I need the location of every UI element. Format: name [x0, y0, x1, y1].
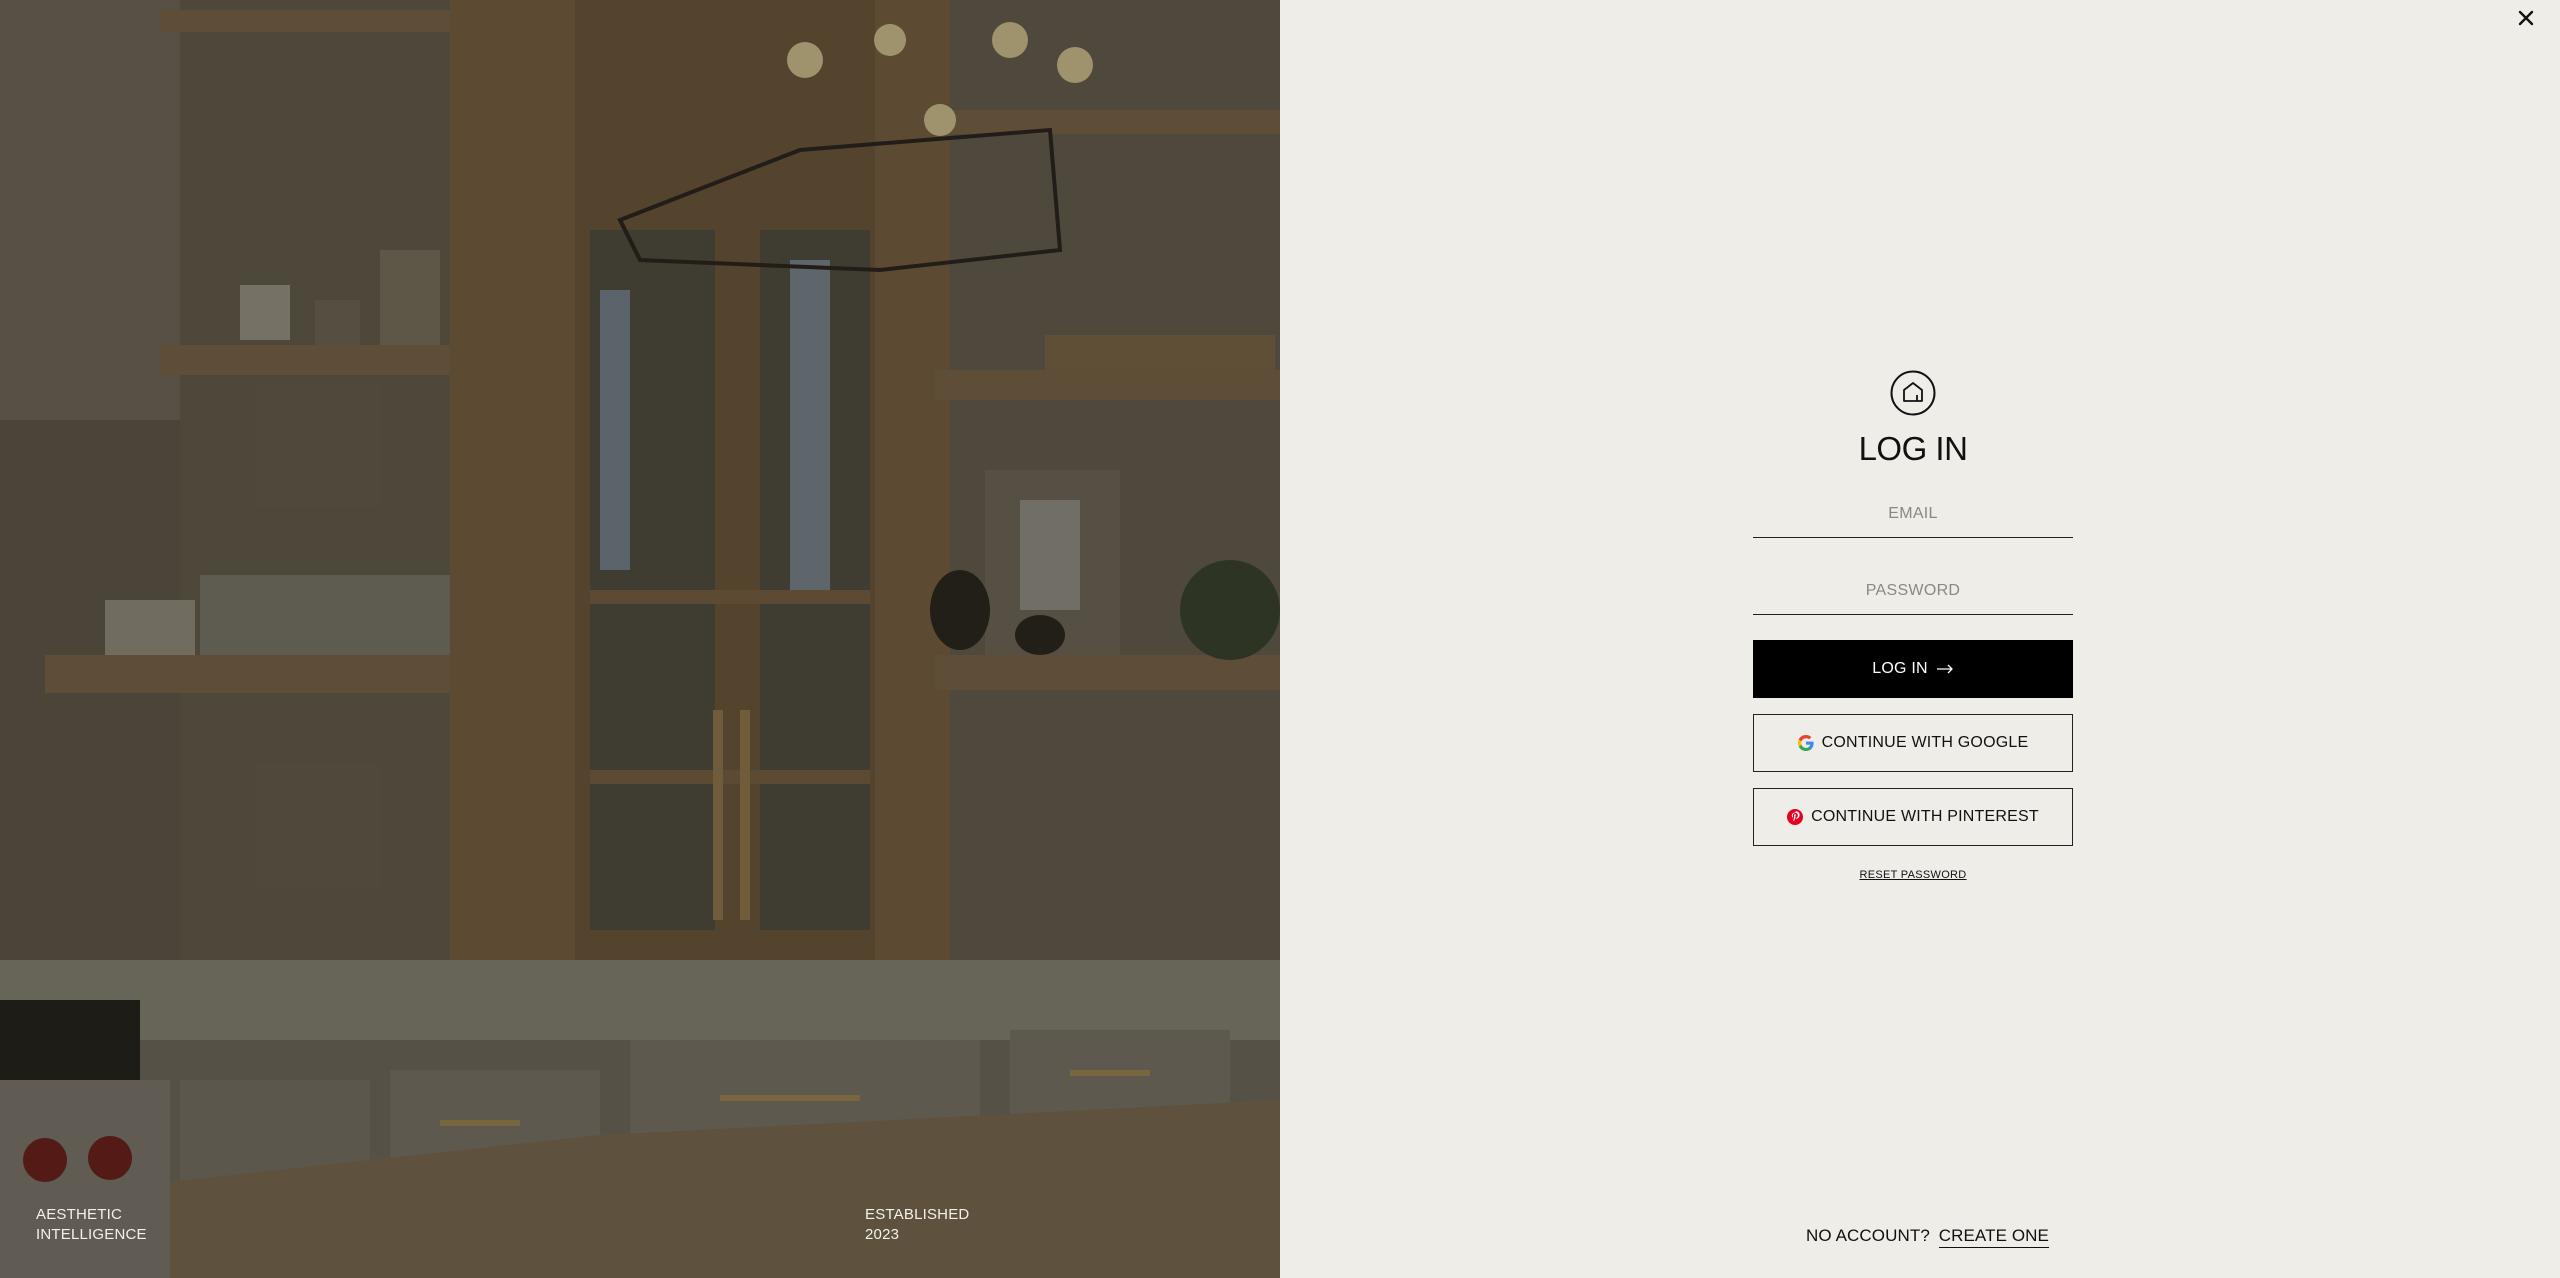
established-caption-line1: ESTABLISHED — [865, 1206, 970, 1223]
no-account-text: NO ACCOUNT? — [1806, 1226, 1930, 1245]
pinterest-login-button[interactable]: CONTINUE WITH PINTEREST — [1753, 788, 2073, 846]
create-account-link[interactable]: CREATE ONE — [1938, 1226, 2049, 1248]
google-button-label: CONTINUE WITH GOOGLE — [1821, 734, 2029, 751]
login-button[interactable]: LOG IN — [1753, 640, 2073, 698]
kitchen-photo: AESTHETIC INTELLIGENCE ESTABLISHED 2023 — [0, 0, 1280, 1278]
login-form: LOG IN LOG IN CONTINUE WITH GOOGLE CONTI… — [1753, 370, 2073, 881]
page-title: LOG IN — [1858, 430, 1968, 467]
email-field[interactable] — [1753, 490, 2073, 538]
brand-caption-line2: INTELLIGENCE — [36, 1226, 147, 1243]
established-caption: ESTABLISHED 2023 — [865, 1205, 969, 1245]
arrow-right-icon — [1936, 664, 1954, 674]
house-icon — [1890, 370, 1936, 416]
signup-prompt: NO ACCOUNT? CREATE ONE — [1806, 1226, 2049, 1248]
pinterest-button-label: CONTINUE WITH PINTEREST — [1811, 808, 2039, 825]
established-caption-line2: 2023 — [865, 1226, 900, 1243]
reset-password-link[interactable]: RESET PASSWORD — [1753, 869, 2073, 881]
google-login-button[interactable]: CONTINUE WITH GOOGLE — [1753, 714, 2073, 772]
password-field[interactable] — [1753, 567, 2073, 615]
pinterest-icon — [1787, 809, 1804, 825]
close-icon[interactable] — [2514, 6, 2538, 30]
google-icon — [1797, 735, 1814, 751]
login-button-label: LOG IN — [1872, 660, 1928, 677]
brand-caption-line1: AESTHETIC — [36, 1206, 122, 1223]
brand-caption: AESTHETIC INTELLIGENCE — [36, 1205, 147, 1245]
photo-overlay — [0, 0, 1280, 1278]
